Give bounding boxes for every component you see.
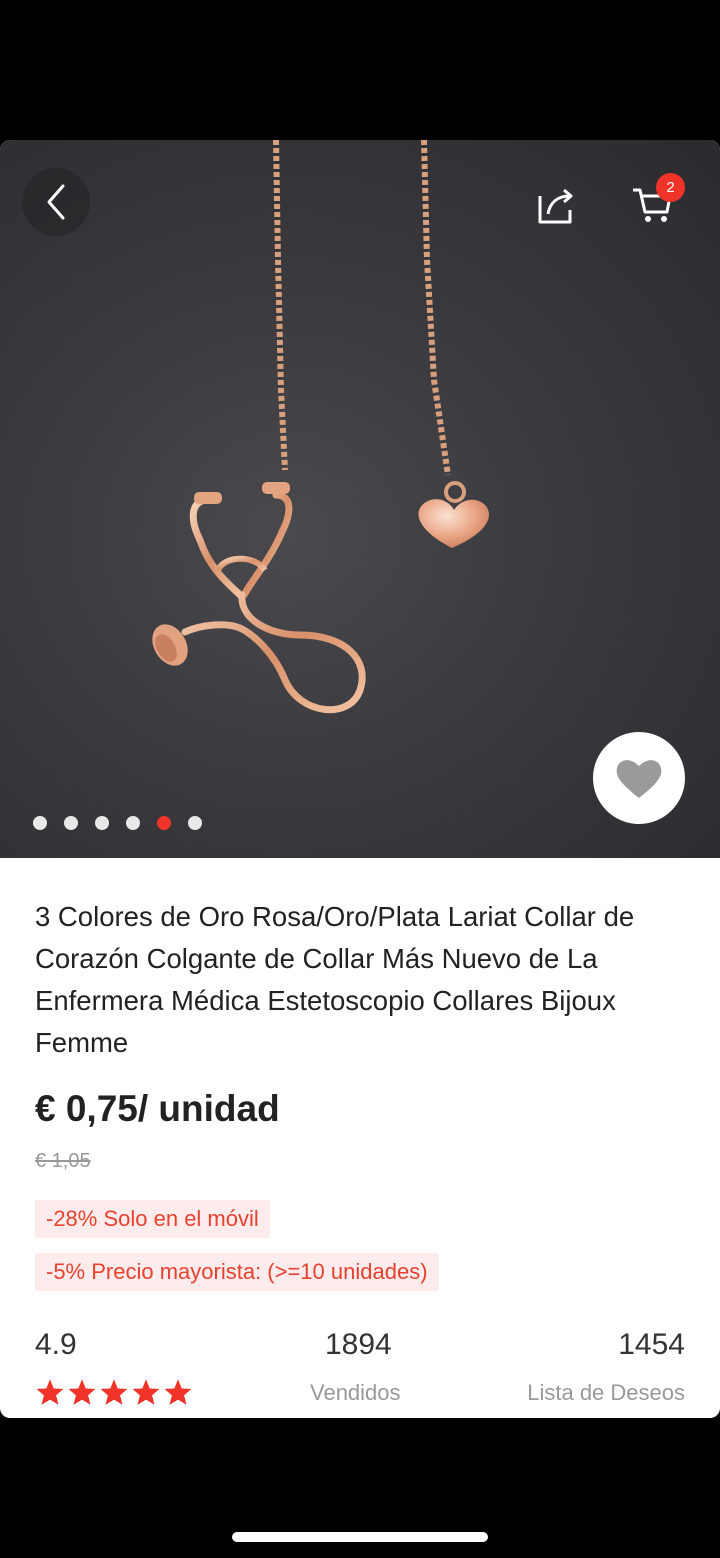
star-icon — [100, 1379, 128, 1405]
gallery-dot[interactable] — [126, 816, 140, 830]
product-title: 3 Colores de Oro Rosa/Oro/Plata Lariat C… — [35, 901, 635, 1058]
wishlist-button[interactable] — [593, 732, 685, 824]
chevron-left-icon — [47, 184, 65, 220]
back-button[interactable] — [22, 168, 90, 236]
gallery-dot[interactable] — [95, 816, 109, 830]
share-icon — [538, 188, 573, 224]
gallery-dot-active[interactable] — [157, 816, 171, 830]
product-detail-sheet: 2 3 Colores de Oro Rosa/Oro/Plata Lariat… — [0, 140, 720, 1418]
star-icon — [36, 1379, 64, 1405]
home-indicator[interactable] — [232, 1532, 488, 1542]
gallery-dot[interactable] — [64, 816, 78, 830]
rating-value: 4.9 — [35, 1328, 77, 1361]
heart-icon — [616, 760, 662, 798]
gallery-dot[interactable] — [33, 816, 47, 830]
sold-label: Vendidos — [310, 1380, 401, 1405]
product-price: € 0,75/ unidad — [35, 1088, 280, 1129]
app-screen: 2 3 Colores de Oro Rosa/Oro/Plata Lariat… — [0, 0, 720, 1558]
wishlist-label[interactable]: Lista de Deseos — [527, 1380, 685, 1406]
cart-count-badge: 2 — [656, 173, 685, 202]
rating-stars[interactable] — [35, 1378, 193, 1406]
sold-count: 1894 — [325, 1328, 392, 1361]
share-button[interactable] — [528, 178, 584, 234]
star-icon — [68, 1379, 96, 1405]
gallery-pagination — [33, 816, 202, 830]
star-icon — [164, 1379, 192, 1405]
star-icon — [132, 1379, 160, 1405]
original-price: € 1,05 — [35, 1150, 91, 1172]
product-image-gallery[interactable]: 2 — [0, 140, 720, 858]
wishlist-count: 1454 — [618, 1328, 685, 1361]
wholesale-discount-tag: -5% Precio mayorista: (>=10 unidades) — [35, 1253, 439, 1291]
mobile-discount-tag: -28% Solo en el móvil — [35, 1200, 270, 1238]
gallery-dot[interactable] — [188, 816, 202, 830]
